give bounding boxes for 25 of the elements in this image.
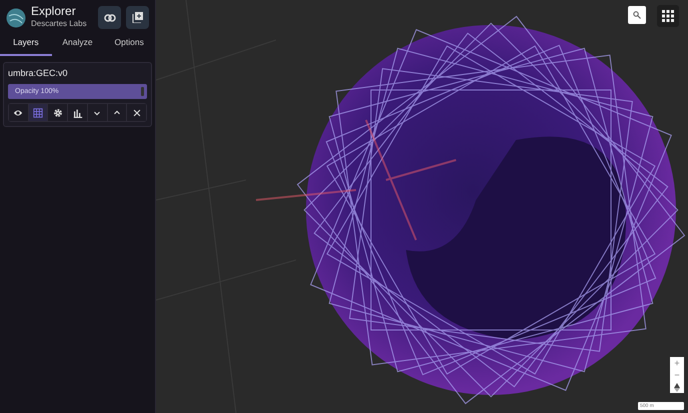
link-button[interactable] (98, 6, 121, 30)
search-icon (633, 11, 641, 19)
tab[interactable]: Analyze (52, 32, 104, 56)
link-icon (104, 14, 116, 22)
slider-handle[interactable] (141, 87, 144, 96)
settings-icon (52, 108, 63, 118)
tab[interactable]: Options (103, 32, 156, 56)
compass-button[interactable] (670, 381, 684, 393)
close-icon (132, 108, 142, 118)
bar-chart-icon (72, 108, 83, 118)
add-layer-button[interactable] (126, 6, 149, 30)
tab[interactable]: Layers (0, 32, 52, 56)
app-title: Explorer (31, 5, 77, 18)
compass-icon (674, 383, 680, 392)
eye-icon (13, 108, 24, 118)
apps-grid-icon (662, 10, 674, 22)
add-layer-icon (132, 12, 143, 24)
eye-button[interactable] (9, 104, 29, 122)
app-subtitle: Descartes Labs (31, 18, 88, 30)
grid-button[interactable] (28, 104, 48, 122)
grid-icon (33, 108, 44, 118)
search-button[interactable] (628, 6, 646, 24)
layer-name: umbra:GEC:v0 (8, 66, 69, 80)
apps-grid-button[interactable] (657, 5, 679, 27)
globe-logo-icon (6, 8, 26, 28)
